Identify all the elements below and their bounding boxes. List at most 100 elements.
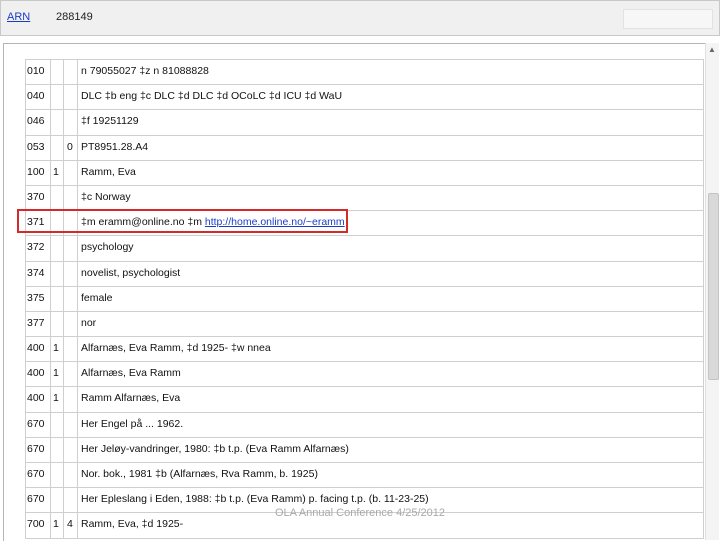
field-tag[interactable]: 371 (26, 211, 51, 236)
marc-field-row-372[interactable]: 372 psychology (26, 236, 704, 262)
field-tag[interactable]: 053 (26, 135, 51, 160)
indicator-2[interactable] (64, 160, 78, 185)
field-data-text: ‡m eramm@online.no ‡m (81, 216, 205, 229)
field-tag[interactable]: 400 (26, 337, 51, 362)
indicator-1[interactable] (51, 463, 64, 488)
marc-field-row-400[interactable]: 400 1 Ramm Alfarnæs, Eva (26, 387, 704, 413)
field-tag[interactable]: 670 (26, 412, 51, 437)
indicator-1[interactable]: 1 (51, 160, 64, 185)
indicator-1[interactable] (51, 60, 64, 85)
marc-field-row-053[interactable]: 053 0 PT8951.28.A4 (26, 135, 704, 161)
indicator-1[interactable] (51, 286, 64, 311)
indicator-1[interactable] (51, 85, 64, 110)
field-data-text: ‡f 19251129 (81, 115, 139, 128)
marc-field-row-400[interactable]: 400 1 Alfarnæs, Eva Ramm (26, 362, 704, 388)
indicator-2[interactable] (64, 286, 78, 311)
field-tag[interactable]: 040 (26, 85, 51, 110)
marc-field-row-040[interactable]: 040 DLC ‡b eng ‡c DLC ‡d DLC ‡d OCoLC ‡d … (26, 85, 704, 111)
field-data-text: Alfarnæs, Eva Ramm (81, 367, 181, 380)
marc-field-row-370[interactable]: 370 ‡c Norway (26, 185, 704, 212)
indicator-2[interactable] (64, 261, 78, 286)
field-data[interactable]: Alfarnæs, Eva Ramm, ‡d 1925- ‡w nnea (78, 337, 704, 362)
arn-link[interactable]: ARN (7, 11, 30, 23)
indicator-1[interactable] (51, 211, 64, 236)
scroll-up-arrow-icon[interactable]: ▲ (708, 46, 716, 54)
marc-field-row-375[interactable]: 375 female (26, 286, 704, 312)
field-data[interactable]: ‡f 19251129 (78, 110, 704, 135)
indicator-2[interactable] (64, 387, 78, 412)
header-input-field[interactable] (623, 9, 713, 29)
indicator-1[interactable] (51, 311, 64, 337)
indicator-2[interactable] (64, 412, 78, 437)
field-data[interactable]: Alfarnæs, Eva Ramm (78, 362, 704, 387)
field-data[interactable]: novelist, psychologist (78, 261, 704, 286)
field-tag[interactable]: 046 (26, 110, 51, 135)
field-tag[interactable]: 374 (26, 261, 51, 286)
field-data[interactable]: psychology (78, 236, 704, 261)
field-tag[interactable]: 010 (26, 60, 51, 85)
indicator-2[interactable] (64, 362, 78, 387)
marc-field-row-046[interactable]: 046 ‡f 19251129 (26, 110, 704, 136)
field-data-text: Alfarnæs, Eva Ramm, ‡d 1925- ‡w nnea (81, 342, 271, 355)
homepage-link[interactable]: http://home.online.no/~eramm (205, 216, 345, 228)
indicator-2[interactable] (64, 211, 78, 236)
field-tag[interactable]: 370 (26, 185, 51, 211)
indicator-1[interactable] (51, 110, 64, 135)
indicator-2[interactable] (64, 185, 78, 211)
indicator-1[interactable] (51, 412, 64, 437)
marc-field-row-670[interactable]: 670 Her Engel på ... 1962. (26, 412, 704, 438)
indicator-1[interactable] (51, 437, 64, 462)
indicator-2[interactable] (64, 463, 78, 488)
indicator-2[interactable] (64, 85, 78, 110)
indicator-2[interactable]: 0 (64, 135, 78, 160)
scrollbar-thumb[interactable] (708, 193, 719, 380)
indicator-1[interactable] (51, 236, 64, 261)
field-data[interactable]: PT8951.28.A4 (78, 135, 704, 160)
indicator-1[interactable]: 1 (51, 362, 64, 387)
field-data-text: female (81, 291, 113, 304)
field-tag[interactable]: 400 (26, 362, 51, 387)
field-tag[interactable]: 400 (26, 387, 51, 412)
marc-field-row-377[interactable]: 377 nor (26, 311, 704, 338)
indicator-2[interactable] (64, 311, 78, 337)
marc-field-row-371[interactable]: 371 ‡m eramm@online.no ‡m http://home.onl… (26, 211, 704, 237)
field-tag[interactable]: 670 (26, 463, 51, 488)
field-data-text: psychology (81, 241, 134, 254)
indicator-1[interactable] (51, 185, 64, 211)
marc-field-row-400[interactable]: 400 1 Alfarnæs, Eva Ramm, ‡d 1925- ‡w nnea (26, 337, 704, 363)
field-data[interactable]: ‡m eramm@online.no ‡m http://home.online… (78, 211, 704, 236)
field-data[interactable]: ‡c Norway (78, 185, 704, 211)
indicator-2[interactable] (64, 337, 78, 362)
indicator-1[interactable] (51, 135, 64, 160)
field-tag[interactable]: 670 (26, 437, 51, 462)
indicator-2[interactable] (64, 60, 78, 85)
marc-field-row-100[interactable]: 100 1 Ramm, Eva (26, 160, 704, 186)
indicator-2[interactable] (64, 110, 78, 135)
field-data[interactable]: n 79055027 ‡z n 81088828 (78, 60, 704, 85)
marc-field-row-010[interactable]: 010 n 79055027 ‡z n 81088828 (26, 60, 704, 86)
vertical-scrollbar[interactable]: ▲ (705, 43, 719, 540)
field-data[interactable]: nor (78, 311, 704, 337)
field-data[interactable]: Her Jeløy-vandringer, 1980: ‡b t.p. (Eva… (78, 437, 704, 462)
field-tag[interactable]: 372 (26, 236, 51, 261)
marc-field-row-670[interactable]: 670 Nor. bok., 1981 ‡b (Alfarnæs, Rva Ram… (26, 463, 704, 489)
indicator-1[interactable]: 1 (51, 337, 64, 362)
indicator-1[interactable] (51, 261, 64, 286)
indicator-1[interactable]: 1 (51, 387, 64, 412)
indicator-2[interactable] (64, 437, 78, 462)
field-data[interactable]: female (78, 286, 704, 311)
field-data[interactable]: Ramm Alfarnæs, Eva (78, 387, 704, 412)
field-data[interactable]: DLC ‡b eng ‡c DLC ‡d DLC ‡d OCoLC ‡d ICU… (78, 85, 704, 110)
field-tag[interactable]: 100 (26, 160, 51, 185)
field-data-text: Ramm, Eva, ‡d 1925- (81, 518, 184, 531)
field-data-text: Ramm, Eva (81, 165, 136, 178)
field-data[interactable]: Her Engel på ... 1962. (78, 412, 704, 437)
field-data[interactable]: Ramm, Eva (78, 160, 704, 185)
marc-field-row-374[interactable]: 374 novelist, psychologist (26, 261, 704, 287)
conference-footer: OLA Annual Conference 4/25/2012 (274, 507, 446, 519)
field-tag[interactable]: 377 (26, 311, 51, 337)
field-data[interactable]: Nor. bok., 1981 ‡b (Alfarnæs, Rva Ramm, … (78, 463, 704, 488)
marc-field-row-670[interactable]: 670 Her Jeløy-vandringer, 1980: ‡b t.p. (… (26, 437, 704, 463)
indicator-2[interactable] (64, 236, 78, 261)
field-tag[interactable]: 375 (26, 286, 51, 311)
